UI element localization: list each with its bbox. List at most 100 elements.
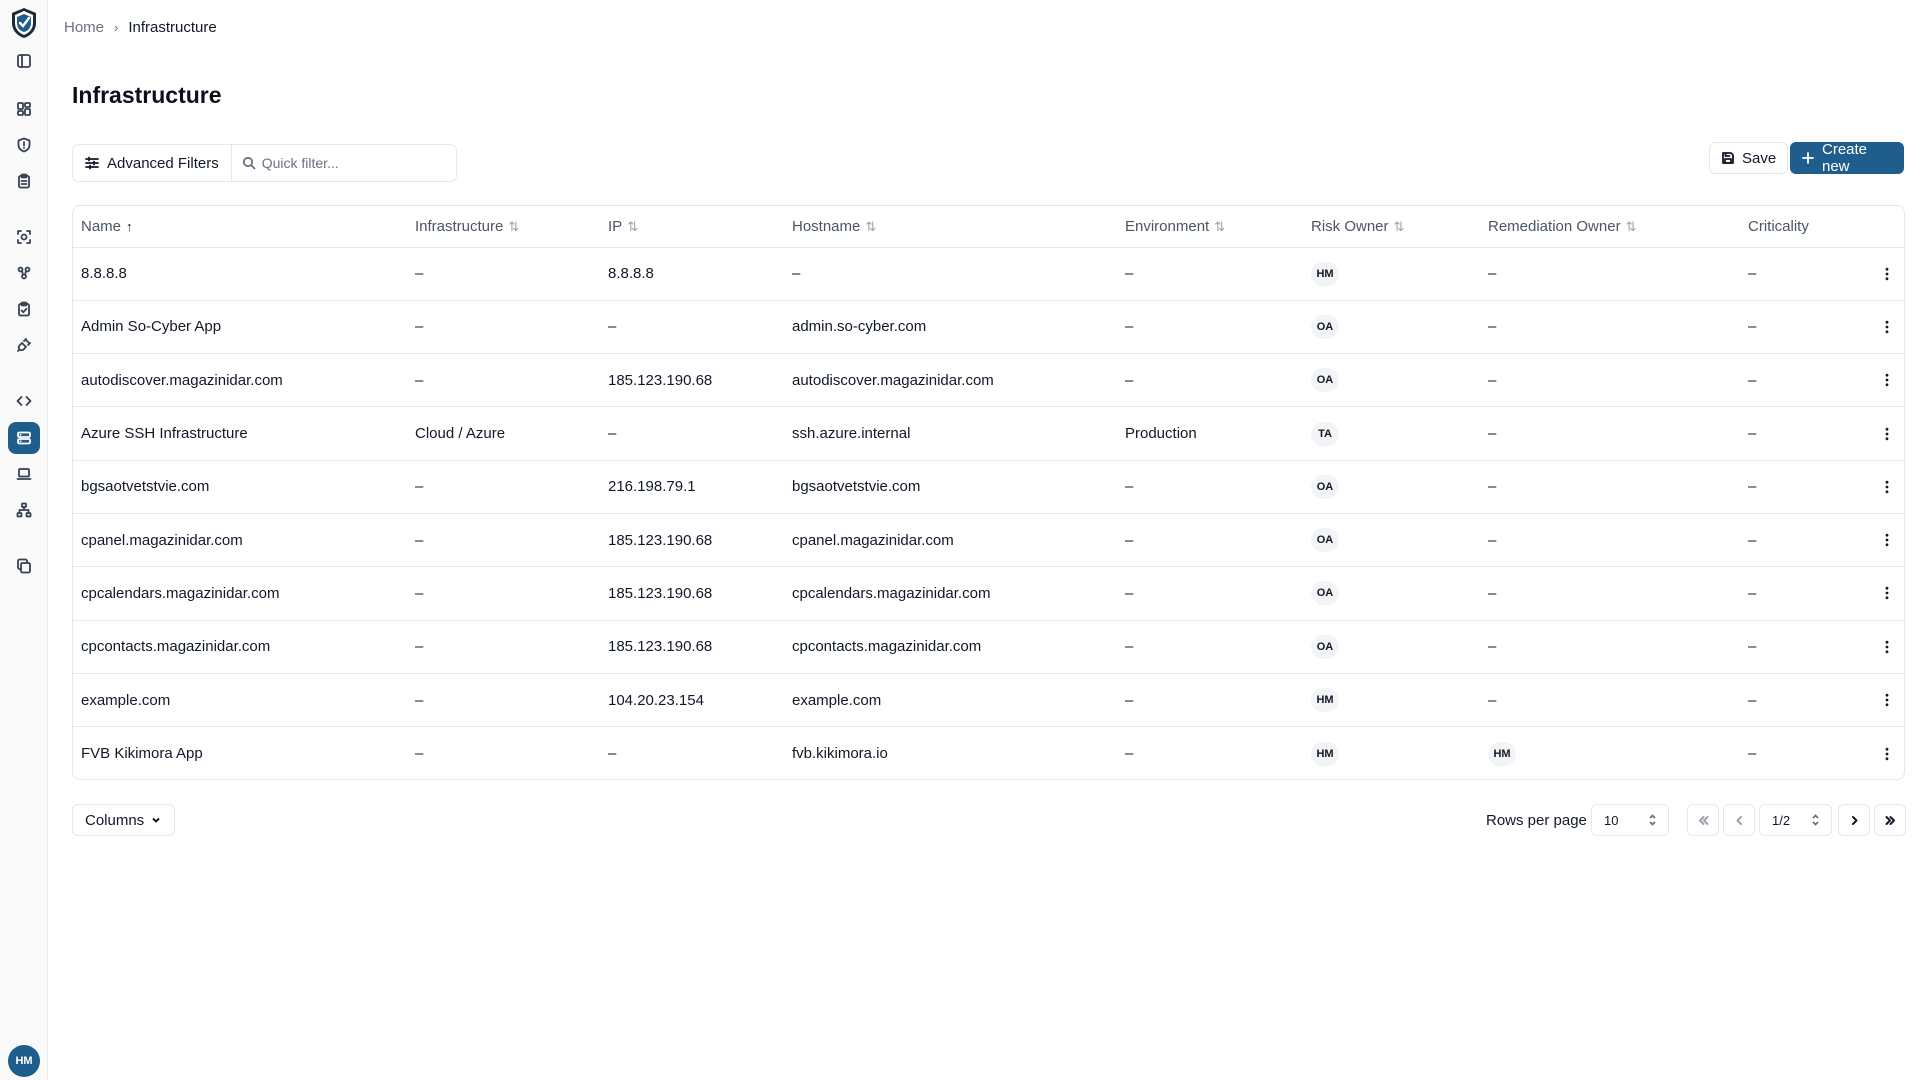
cell-value: 185.123.190.68 <box>608 531 713 549</box>
table-row[interactable]: bgsaotvetstvie.com – 216.198.79.1 bgsaotvet… <box>73 460 1904 514</box>
plugin-icon[interactable] <box>12 333 36 357</box>
cell-value: bgsaotvetstvie.com <box>792 478 921 496</box>
sort-icon: ⇅ <box>1214 218 1226 234</box>
cell-infrastructure: – <box>407 566 600 621</box>
table-row[interactable]: Azure SSH Infrastructure Cloud / Azure – ss… <box>73 406 1904 461</box>
save-button[interactable]: Save <box>1709 142 1789 174</box>
column-header-environment[interactable]: Environment ⇅ <box>1117 206 1303 248</box>
table-row[interactable]: cpcalendars.magazinidar.com – 185.123.190.… <box>73 566 1904 621</box>
cell-risk-owner: OA <box>1303 620 1480 674</box>
cell-hostname: autodiscover.magazinidar.com <box>784 353 1117 408</box>
cell-value: – <box>1488 531 1497 549</box>
cell-value: FVB Kikimora App <box>81 745 203 763</box>
column-header-hostname[interactable]: Hostname ⇅ <box>784 206 1117 248</box>
last-page-button[interactable] <box>1874 804 1906 836</box>
cell-ip: 216.198.79.1 <box>600 460 784 514</box>
cell-value: – <box>415 371 424 389</box>
next-page-button[interactable] <box>1838 804 1870 836</box>
cell-value: 8.8.8.8 <box>81 265 127 283</box>
cell-remediation-owner: – <box>1480 460 1740 514</box>
advanced-filters-button[interactable]: Advanced Filters <box>73 145 232 181</box>
cell-ip: 185.123.190.68 <box>600 620 784 674</box>
cell-value: 104.20.23.154 <box>608 691 704 709</box>
page-select[interactable]: 1/2 <box>1759 804 1832 836</box>
previous-page-button[interactable] <box>1723 804 1755 836</box>
cell-value: example.com <box>792 691 882 709</box>
hierarchy-icon[interactable] <box>12 498 36 522</box>
rows-per-page-select[interactable]: 10 <box>1591 804 1669 836</box>
cell-value: cpcontacts.magazinidar.com <box>792 638 982 656</box>
column-header-name[interactable]: Name ↑ <box>73 206 407 248</box>
row-actions-menu-icon[interactable] <box>1868 532 1904 548</box>
chevron-right-icon: › <box>114 20 119 35</box>
cell-criticality: – <box>1740 300 1868 355</box>
app-logo[interactable] <box>9 6 39 40</box>
cell-value: – <box>1488 318 1497 336</box>
cell-value: bgsaotvetstvie.com <box>81 478 210 496</box>
table-row[interactable]: autodiscover.magazinidar.com – 185.123.190… <box>73 353 1904 408</box>
cell-value: autodiscover.magazinidar.com <box>792 371 994 389</box>
cell-value: admin.so-cyber.com <box>792 318 927 336</box>
table-row[interactable]: cpanel.magazinidar.com – 185.123.190.68 cpa… <box>73 513 1904 568</box>
create-new-button[interactable]: Create new <box>1790 141 1904 175</box>
cell-actions <box>1868 727 1904 779</box>
clipboard-check-icon[interactable] <box>12 297 36 321</box>
row-actions-menu-icon[interactable] <box>1868 479 1904 495</box>
column-header-ip[interactable]: IP ⇅ <box>600 206 784 248</box>
cell-value: – <box>1488 425 1497 443</box>
table-row[interactable]: example.com – 104.20.23.154 example.com – HM –… <box>73 673 1904 728</box>
sort-icon: ⇅ <box>627 218 639 234</box>
sort-icon: ⇅ <box>865 218 877 234</box>
cell-infrastructure: – <box>407 353 600 408</box>
dashboard-icon[interactable] <box>12 97 36 121</box>
cell-name: cpanel.magazinidar.com <box>73 513 407 568</box>
cell-criticality: – <box>1740 673 1868 728</box>
cell-name: cpcalendars.magazinidar.com <box>73 566 407 621</box>
risk-owner-avatar: OA <box>1311 314 1339 339</box>
code-icon[interactable] <box>12 389 36 413</box>
cell-value: cpanel.magazinidar.com <box>81 531 243 549</box>
row-actions-menu-icon[interactable] <box>1868 266 1904 282</box>
column-header-infrastructure[interactable]: Infrastructure ⇅ <box>407 206 600 248</box>
infrastructure-icon[interactable] <box>8 422 40 454</box>
columns-button[interactable]: Columns <box>72 804 176 836</box>
breadcrumb-home-link[interactable]: Home <box>64 19 104 36</box>
copy-icon[interactable] <box>12 554 36 578</box>
quick-filter-input[interactable] <box>261 155 442 171</box>
column-header-remediation-owner[interactable]: Remediation Owner ⇅ <box>1480 206 1740 248</box>
table-row[interactable]: cpcontacts.magazinidar.com – 185.123.190.6… <box>73 620 1904 674</box>
table-row[interactable]: Admin So-Cyber App – – admin.so-cyber.com – O… <box>73 300 1904 355</box>
column-header-risk-owner[interactable]: Risk Owner ⇅ <box>1303 206 1480 248</box>
cell-value: – <box>1488 638 1497 656</box>
cell-name: example.com <box>73 673 407 728</box>
cell-risk-owner: HM <box>1303 247 1480 301</box>
table-row[interactable]: FVB Kikimora App – – fvb.kikimora.io – HM HM – <box>73 727 1904 779</box>
cell-name: cpcontacts.magazinidar.com <box>73 620 407 674</box>
row-actions-menu-icon[interactable] <box>1868 426 1904 442</box>
integrations-icon[interactable] <box>12 261 36 285</box>
clipboard-icon[interactable] <box>12 169 36 193</box>
table-row[interactable]: 8.8.8.8 – 8.8.8.8 – – HM – – <box>73 247 1904 301</box>
first-page-button[interactable] <box>1687 804 1719 836</box>
row-actions-menu-icon[interactable] <box>1868 585 1904 601</box>
cell-value: Admin So-Cyber App <box>81 318 222 336</box>
cell-hostname: fvb.kikimora.io <box>784 727 1117 779</box>
row-actions-menu-icon[interactable] <box>1868 372 1904 388</box>
sidebar-toggle-icon[interactable] <box>12 49 36 73</box>
cell-infrastructure: Cloud / Azure <box>407 406 600 461</box>
cell-environment: Production <box>1117 406 1303 461</box>
row-actions-menu-icon[interactable] <box>1868 639 1904 655</box>
cell-value: – <box>1748 691 1757 709</box>
row-actions-menu-icon[interactable] <box>1868 692 1904 708</box>
cell-value: – <box>1748 745 1757 763</box>
risk-owner-avatar: HM <box>1311 261 1339 286</box>
laptop-icon[interactable] <box>12 462 36 486</box>
cell-value: – <box>1748 265 1757 283</box>
scan-icon[interactable] <box>12 225 36 249</box>
user-avatar[interactable]: HM <box>8 1045 40 1077</box>
cell-actions <box>1868 300 1904 355</box>
cell-value: 185.123.190.68 <box>608 584 713 602</box>
row-actions-menu-icon[interactable] <box>1868 319 1904 335</box>
row-actions-menu-icon[interactable] <box>1868 746 1904 762</box>
shield-alert-icon[interactable] <box>12 133 36 157</box>
